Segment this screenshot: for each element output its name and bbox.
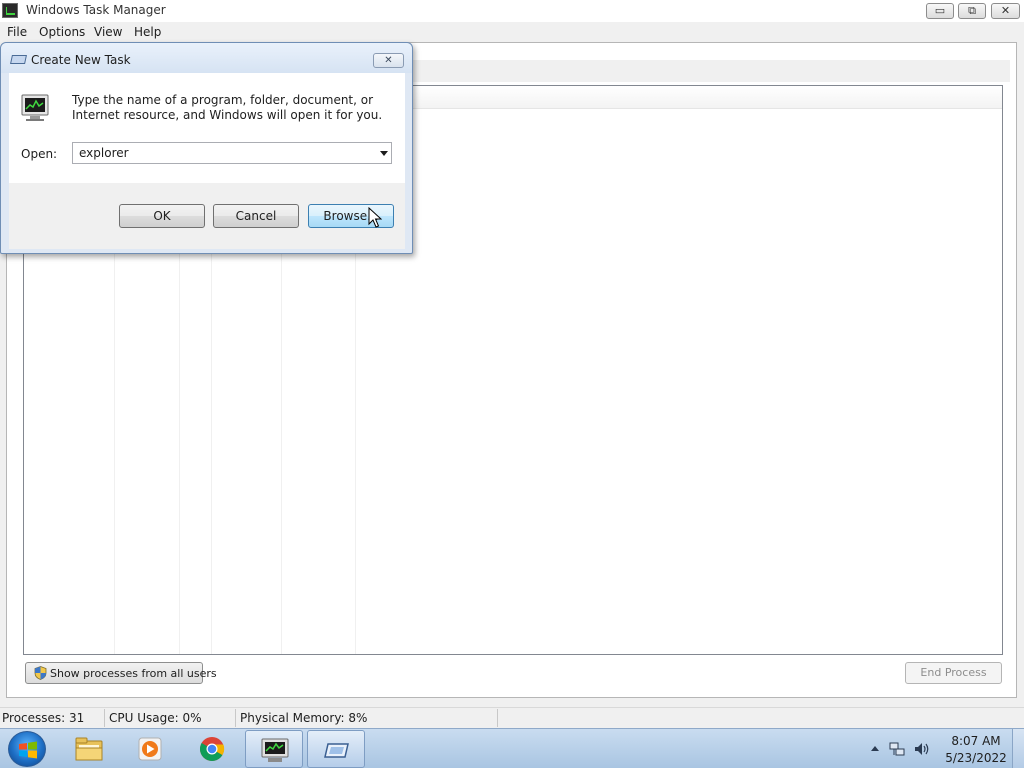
folder-icon bbox=[75, 737, 103, 761]
volume-icon[interactable] bbox=[913, 741, 931, 757]
chrome-icon bbox=[200, 737, 225, 761]
menu-help[interactable]: Help bbox=[134, 25, 161, 39]
taskbar-item-run-dialog[interactable] bbox=[307, 730, 365, 768]
taskbar-item-explorer[interactable] bbox=[60, 730, 118, 768]
restore-button[interactable]: ⧉ bbox=[958, 3, 986, 19]
menu-bar: File Options View Help bbox=[0, 22, 1024, 42]
run-icon bbox=[324, 743, 349, 758]
status-bar: Processes: 31 CPU Usage: 0% Physical Mem… bbox=[0, 707, 1024, 728]
clock-date[interactable]: 5/23/2022 bbox=[944, 751, 1008, 765]
show-all-users-button[interactable]: Show processes from all users bbox=[25, 662, 217, 684]
show-all-users-label: Show processes from all users bbox=[50, 667, 217, 680]
dialog-button-row: OK Cancel Browse... bbox=[9, 183, 405, 249]
taskbar: 8:07 AM 5/23/2022 bbox=[0, 728, 1024, 768]
start-button[interactable] bbox=[8, 731, 46, 767]
uac-shield-icon bbox=[34, 666, 47, 680]
show-hidden-icons-icon[interactable] bbox=[871, 746, 879, 751]
taskbar-item-task-manager[interactable] bbox=[245, 730, 303, 768]
menu-file[interactable]: File bbox=[7, 25, 27, 39]
task-manager-icon bbox=[261, 738, 289, 762]
cpu-usage: CPU Usage: 0% bbox=[109, 711, 202, 725]
close-button[interactable]: ✕ bbox=[991, 3, 1020, 19]
minimize-button[interactable]: ▭ bbox=[926, 3, 954, 19]
ok-button[interactable]: OK bbox=[119, 204, 205, 228]
open-input-value[interactable]: explorer bbox=[79, 146, 129, 160]
process-count: Processes: 31 bbox=[2, 711, 85, 725]
mouse-pointer-icon bbox=[368, 207, 382, 228]
dialog-title-bar[interactable]: Create New Task ✕ bbox=[1, 43, 412, 73]
notification-area: 8:07 AM 5/23/2022 bbox=[866, 729, 1024, 768]
window-title: Windows Task Manager bbox=[26, 3, 166, 17]
menu-options[interactable]: Options bbox=[39, 25, 85, 39]
status-separator bbox=[104, 709, 105, 727]
cancel-button[interactable]: Cancel bbox=[213, 204, 299, 228]
dialog-instructions: Type the name of a program, folder, docu… bbox=[72, 93, 383, 122]
network-icon[interactable] bbox=[889, 741, 905, 757]
menu-view[interactable]: View bbox=[94, 25, 122, 39]
title-bar[interactable]: Windows Task Manager ▭ ⧉ ✕ bbox=[0, 0, 1024, 22]
windows-logo-icon bbox=[19, 741, 37, 759]
clock-time[interactable]: 8:07 AM bbox=[948, 734, 1004, 748]
dropdown-arrow-icon[interactable] bbox=[380, 151, 388, 156]
run-icon-small bbox=[10, 55, 27, 64]
media-player-icon bbox=[138, 737, 162, 761]
status-separator bbox=[497, 709, 498, 727]
open-label: Open: bbox=[21, 147, 58, 161]
dialog-title: Create New Task bbox=[31, 53, 131, 67]
physical-memory: Physical Memory: 8% bbox=[240, 711, 368, 725]
status-separator bbox=[235, 709, 236, 727]
task-manager-icon bbox=[21, 94, 49, 121]
open-combobox[interactable]: explorer bbox=[72, 142, 392, 164]
tab-strip bbox=[410, 60, 1010, 82]
task-manager-icon bbox=[2, 3, 18, 18]
show-desktop-button[interactable] bbox=[1012, 729, 1024, 768]
create-new-task-dialog: Create New Task ✕ Type the name of a pro… bbox=[0, 42, 413, 254]
dialog-close-button[interactable]: ✕ bbox=[373, 53, 404, 68]
taskbar-item-chrome[interactable] bbox=[183, 730, 241, 768]
end-process-button[interactable]: End Process bbox=[905, 662, 1002, 684]
taskbar-item-media-player[interactable] bbox=[121, 730, 179, 768]
